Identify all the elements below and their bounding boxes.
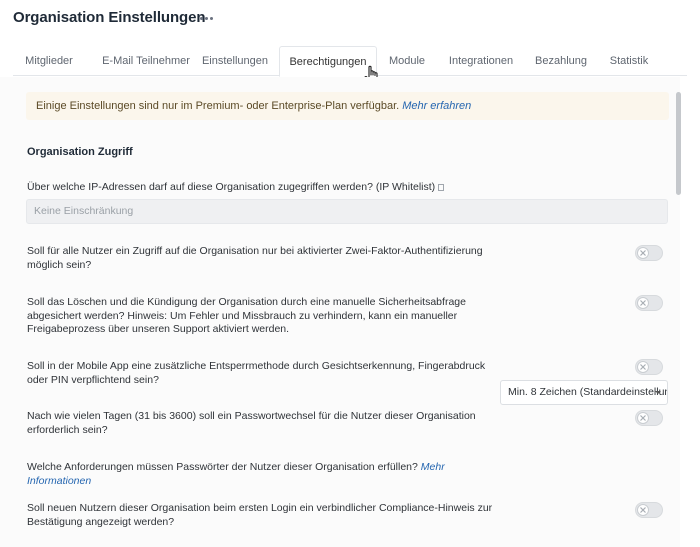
- info-icon[interactable]: [438, 184, 445, 191]
- chevron-down-icon: [655, 391, 661, 394]
- toggle-off-icon: [637, 297, 649, 309]
- select-value: Min. 8 Zeichen (Standardeinstellung): [508, 386, 668, 398]
- compliance-label: Soll neuen Nutzern dieser Organisation b…: [27, 502, 493, 528]
- tab-email-teilnehmer[interactable]: E-Mail Teilnehmer: [89, 46, 203, 76]
- deletion-confirmation-label: Soll das Löschen und die Kündigung der O…: [27, 296, 466, 335]
- password-change-label: Nach wie vielen Tagen (31 bis 3600) soll…: [27, 410, 476, 436]
- toggle-off-icon: [637, 247, 649, 259]
- two-factor-toggle[interactable]: [635, 245, 663, 261]
- password-change-toggle[interactable]: [635, 410, 663, 426]
- ip-whitelist-input[interactable]: Keine Einschränkung: [26, 199, 668, 224]
- page-header: Organisation Einstellungen: [0, 0, 700, 44]
- ip-whitelist-label: Über welche IP-Adressen darf auf diese O…: [27, 181, 587, 195]
- plan-info-banner: Einige Einstellungen sind nur im Premium…: [26, 92, 669, 120]
- password-requirements-text: Welche Anforderungen müssen Passwörter d…: [27, 461, 418, 473]
- tab-einstellungen[interactable]: Einstellungen: [197, 46, 273, 76]
- ellipsis-icon[interactable]: [200, 17, 214, 21]
- mobile-lock-toggle[interactable]: [635, 359, 663, 375]
- two-factor-label: Soll für alle Nutzer ein Zugriff auf die…: [27, 245, 483, 271]
- tab-berechtigungen[interactable]: Berechtigungen: [279, 46, 377, 77]
- tab-module[interactable]: Module: [383, 46, 431, 76]
- tab-mitglieder[interactable]: Mitglieder: [13, 46, 85, 76]
- tab-bezahlung[interactable]: Bezahlung: [529, 46, 593, 76]
- tab-bar: Mitglieder E-Mail Teilnehmer Einstellung…: [13, 46, 687, 77]
- password-requirements-label: Welche Anforderungen müssen Passwörter d…: [27, 461, 497, 488]
- learn-more-link[interactable]: Mehr erfahren: [402, 100, 471, 112]
- permissions-panel: Einige Einstellungen sind nur im Premium…: [0, 77, 681, 547]
- mobile-lock-label: Soll in der Mobile App eine zusätzliche …: [27, 360, 486, 386]
- scrollbar[interactable]: [676, 92, 681, 195]
- compliance-toggle[interactable]: [635, 502, 663, 518]
- tab-statistik[interactable]: Statistik: [604, 46, 654, 76]
- page-title: Organisation Einstellungen: [13, 9, 206, 26]
- password-requirements-select[interactable]: Min. 8 Zeichen (Standardeinstellung): [500, 380, 668, 405]
- toggle-off-icon: [637, 361, 649, 373]
- toggle-off-icon: [637, 412, 649, 424]
- section-title: Organisation Zugriff: [27, 146, 133, 158]
- tab-integrationen[interactable]: Integrationen: [441, 46, 521, 76]
- ip-whitelist-text: Über welche IP-Adressen darf auf diese O…: [27, 181, 436, 193]
- banner-text: Einige Einstellungen sind nur im Premium…: [36, 100, 400, 112]
- deletion-confirmation-toggle[interactable]: [635, 295, 663, 311]
- toggle-off-icon: [637, 504, 649, 516]
